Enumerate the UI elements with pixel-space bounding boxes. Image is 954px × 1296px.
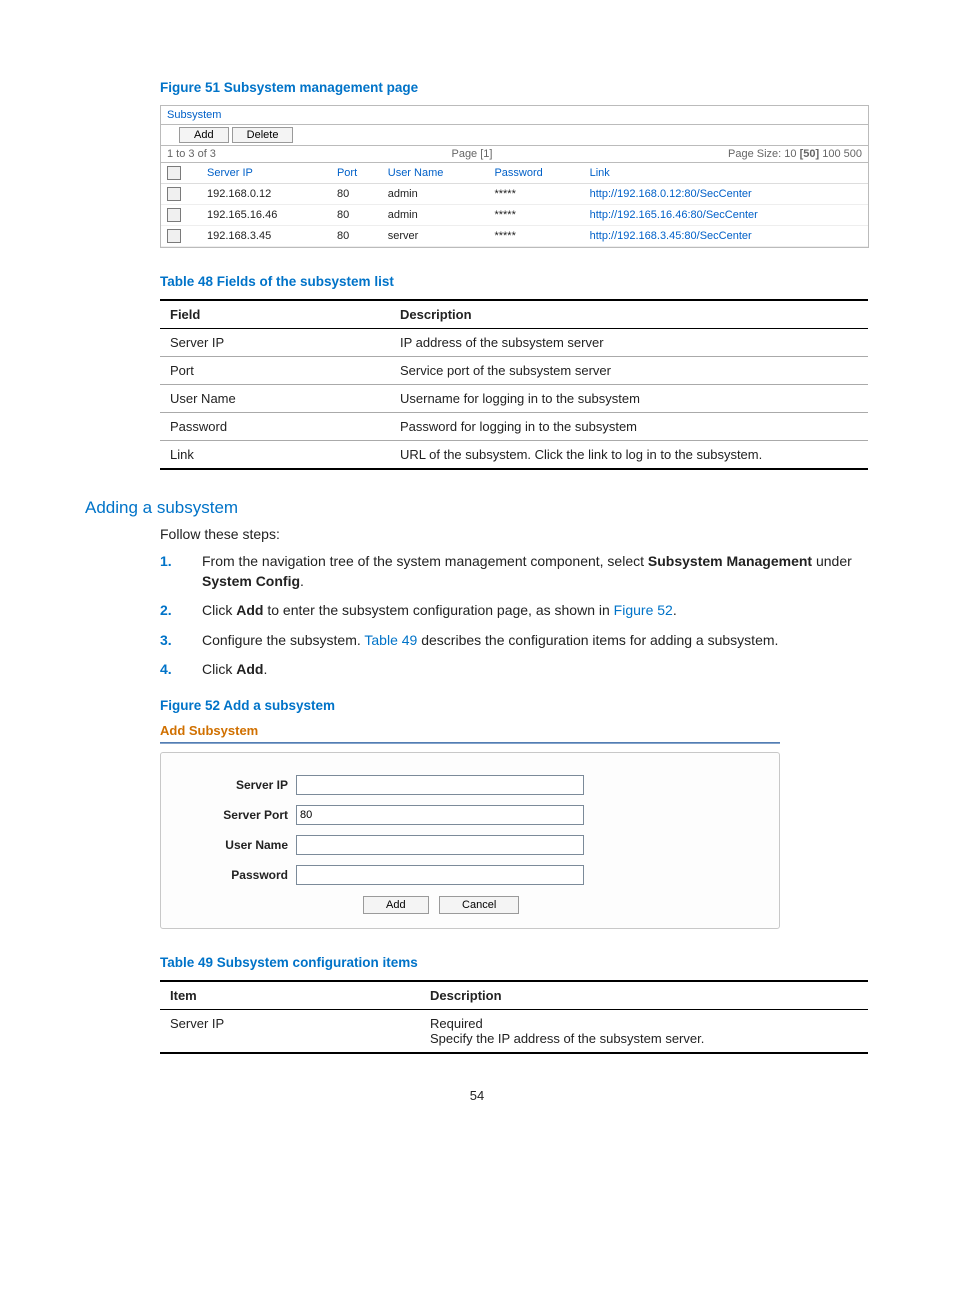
cell: Port [160, 357, 390, 385]
cell: Service port of the subsystem server [390, 357, 868, 385]
t: Click [202, 602, 236, 618]
t: . [263, 661, 267, 677]
cell-port: 80 [331, 226, 382, 247]
th-item: Item [160, 981, 420, 1010]
figure-52-link[interactable]: Figure 52 [614, 602, 673, 618]
t: From the navigation tree of the system m… [202, 553, 648, 569]
cell: IP address of the subsystem server [390, 329, 868, 357]
row-checkbox[interactable] [167, 187, 181, 201]
step-3: Configure the subsystem. Table 49 descri… [160, 631, 869, 651]
cell-port: 80 [331, 205, 382, 226]
cell: Username for logging in to the subsystem [390, 385, 868, 413]
col-server-ip[interactable]: Server IP [201, 163, 331, 184]
t: Add [236, 661, 263, 677]
cell: User Name [160, 385, 390, 413]
cell-pwd: ***** [488, 226, 583, 247]
table-48-title: Table 48 Fields of the subsystem list [160, 274, 869, 289]
page-size-500[interactable]: 500 [844, 148, 862, 160]
add-subsystem-heading: Add Subsystem [160, 723, 780, 742]
cell-user: server [382, 226, 489, 247]
cell-link[interactable]: http://192.168.0.12:80/SecCenter [590, 188, 752, 200]
t: Click [202, 661, 236, 677]
cell-ip: 192.168.0.12 [201, 184, 331, 205]
table-49-title: Table 49 Subsystem configuration items [160, 955, 869, 970]
cell-user: admin [382, 205, 489, 226]
form-add-button[interactable]: Add [363, 896, 429, 914]
t: Configure the subsystem. [202, 632, 364, 648]
th-field: Field [160, 300, 390, 329]
cell-pwd: ***** [488, 184, 583, 205]
table-row: 192.165.16.46 80 admin ***** http://192.… [161, 205, 868, 226]
t: Add [236, 602, 263, 618]
table-48: Field Description Server IPIP address of… [160, 299, 868, 470]
delete-button[interactable]: Delete [232, 127, 294, 143]
server-ip-input[interactable] [296, 775, 584, 795]
page-size-10[interactable]: 10 [784, 148, 796, 160]
cell-link[interactable]: http://192.168.3.45:80/SecCenter [590, 230, 752, 242]
cell-line: Required [430, 1016, 858, 1031]
subsystem-list-screenshot: Subsystem Add Delete 1 to 3 of 3 Page [1… [160, 105, 869, 248]
table-49: Item Description Server IP Required Spec… [160, 980, 868, 1054]
figure-51-title: Figure 51 Subsystem management page [160, 80, 869, 95]
col-link[interactable]: Link [584, 163, 868, 184]
step-4: Click Add. [160, 660, 869, 680]
table-row: 192.168.0.12 80 admin ***** http://192.1… [161, 184, 868, 205]
password-label: Password [183, 868, 288, 882]
page-size: Page Size: 10 [50] 100 500 [728, 148, 862, 160]
step-2: Click Add to enter the subsystem configu… [160, 601, 869, 621]
server-port-input[interactable] [296, 805, 584, 825]
page-size-100[interactable]: 100 [822, 148, 840, 160]
col-user-name[interactable]: User Name [382, 163, 489, 184]
user-name-input[interactable] [296, 835, 584, 855]
th-desc: Description [420, 981, 868, 1010]
cell: Server IP [160, 329, 390, 357]
page-size-50[interactable]: [50] [800, 148, 820, 160]
cell-pwd: ***** [488, 205, 583, 226]
pager-range: 1 to 3 of 3 [167, 148, 216, 160]
form-cancel-button[interactable]: Cancel [439, 896, 519, 914]
t: . [673, 602, 677, 618]
th-desc: Description [390, 300, 868, 329]
server-port-label: Server Port [183, 808, 288, 822]
col-port[interactable]: Port [331, 163, 382, 184]
section-title: Adding a subsystem [85, 498, 869, 518]
cell: Password [160, 413, 390, 441]
cell: Link [160, 441, 390, 470]
server-ip-label: Server IP [183, 778, 288, 792]
cell-line: Specify the IP address of the subsystem … [430, 1031, 858, 1046]
cell-port: 80 [331, 184, 382, 205]
user-name-label: User Name [183, 838, 288, 852]
cell-ip: 192.168.3.45 [201, 226, 331, 247]
t: describes the configuration items for ad… [417, 632, 778, 648]
select-all-checkbox[interactable] [167, 166, 181, 180]
cell: Password for logging in to the subsystem [390, 413, 868, 441]
subsystem-panel-title: Subsystem [161, 106, 868, 125]
password-input[interactable] [296, 865, 584, 885]
t: Subsystem Management [648, 553, 812, 569]
t: under [812, 553, 852, 569]
page-number: 54 [85, 1088, 869, 1103]
t: . [300, 573, 304, 589]
t: to enter the subsystem configuration pag… [263, 602, 613, 618]
col-password[interactable]: Password [488, 163, 583, 184]
table-49-link[interactable]: Table 49 [364, 632, 417, 648]
cell: URL of the subsystem. Click the link to … [390, 441, 868, 470]
step-1: From the navigation tree of the system m… [160, 552, 869, 591]
cell-link[interactable]: http://192.165.16.46:80/SecCenter [590, 209, 758, 221]
cell-user: admin [382, 184, 489, 205]
row-checkbox[interactable] [167, 208, 181, 222]
table-row: 192.168.3.45 80 server ***** http://192.… [161, 226, 868, 247]
add-button[interactable]: Add [179, 127, 229, 143]
cell: Server IP [160, 1009, 420, 1053]
cell-ip: 192.165.16.46 [201, 205, 331, 226]
lead-text: Follow these steps: [160, 526, 869, 542]
add-subsystem-screenshot: Add Subsystem Server IP Server Port User… [160, 723, 780, 929]
t: System Config [202, 573, 300, 589]
row-checkbox[interactable] [167, 229, 181, 243]
pager-page: Page [1] [451, 148, 492, 160]
page-size-label: Page Size: [728, 148, 784, 160]
figure-52-title: Figure 52 Add a subsystem [160, 698, 869, 713]
cell: Required Specify the IP address of the s… [420, 1009, 868, 1053]
